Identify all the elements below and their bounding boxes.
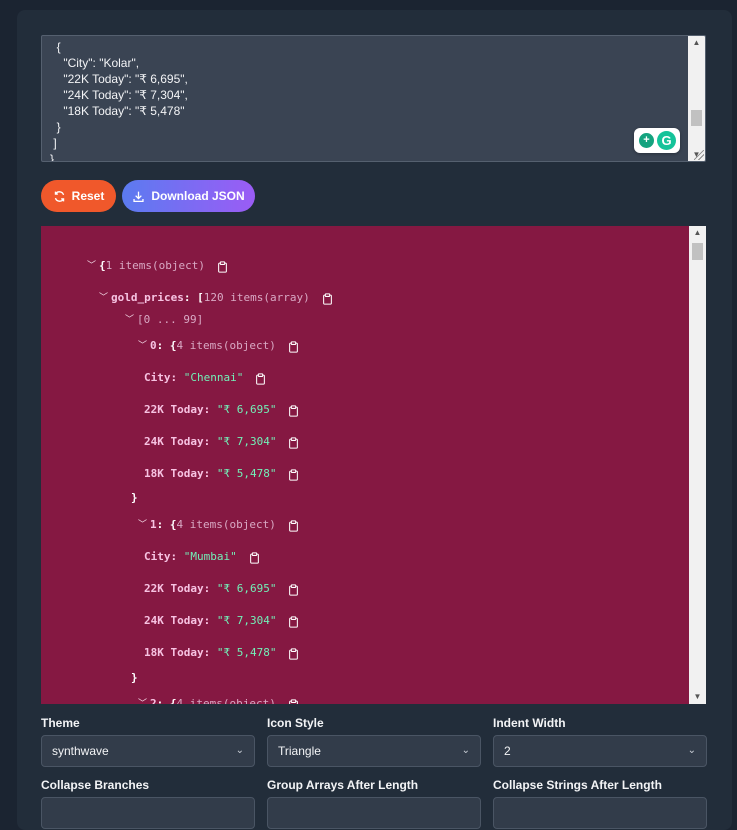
json-input-text: { "City": "Kolar", "22K Today": "₹ 6,695…: [50, 40, 188, 162]
clipboard-icon[interactable]: [322, 292, 332, 305]
chevron-down-icon[interactable]: ﹀: [125, 312, 137, 328]
indent-width-value: 2: [504, 744, 511, 758]
refresh-icon: [54, 190, 64, 202]
chevron-down-icon: ⌄: [687, 745, 696, 756]
group-arrays-label: Group Arrays After Length: [267, 778, 419, 792]
tree-leaf-22k: 22K Today: "₹ 6,695": [144, 581, 299, 597]
theme-select[interactable]: synthwave ⌄: [41, 735, 255, 767]
clipboard-icon[interactable]: [249, 551, 259, 564]
tree-leaf-city: City: "Mumbai": [144, 549, 259, 565]
tree-item-1[interactable]: ﹀ 1: {4 items(object): [138, 517, 298, 533]
tree-leaf-22k: 22K Today: "₹ 6,695": [144, 402, 299, 418]
json-input-textarea[interactable]: { "City": "Kolar", "22K Today": "₹ 6,695…: [41, 35, 706, 162]
clipboard-icon[interactable]: [288, 698, 298, 704]
chevron-down-icon[interactable]: ﹀: [138, 338, 150, 354]
grammarly-widget[interactable]: + G: [634, 128, 680, 153]
theme-label: Theme: [41, 716, 80, 730]
editor-scrollbar[interactable]: ▲ ▼: [688, 36, 705, 161]
scroll-up-arrow-icon[interactable]: ▲: [688, 36, 705, 50]
clipboard-icon[interactable]: [288, 583, 299, 596]
grammarly-logo-icon[interactable]: G: [657, 131, 676, 150]
chevron-down-icon[interactable]: ﹀: [138, 696, 150, 704]
icon-style-label: Icon Style: [267, 716, 324, 730]
tree-item-0[interactable]: ﹀ 0: {4 items(object): [138, 338, 298, 354]
chevron-down-icon[interactable]: ﹀: [87, 258, 99, 274]
tree-range-group[interactable]: ﹀ [0 ... 99]: [125, 312, 203, 328]
clipboard-icon[interactable]: [288, 615, 299, 628]
chevron-down-icon[interactable]: ﹀: [99, 290, 111, 306]
theme-value: synthwave: [52, 744, 109, 758]
clipboard-icon[interactable]: [288, 436, 299, 449]
closing-brace: }: [131, 491, 138, 504]
chevron-down-icon: ⌄: [235, 745, 244, 756]
resize-handle-icon[interactable]: [694, 150, 704, 160]
tree-leaf-18k: 18K Today: "₹ 5,478": [144, 645, 299, 661]
scroll-up-arrow-icon[interactable]: ▲: [689, 226, 706, 240]
icon-style-select[interactable]: Triangle ⌄: [267, 735, 481, 767]
indent-width-label: Indent Width: [493, 716, 566, 730]
tree-leaf-24k: 24K Today: "₹ 7,304": [144, 434, 299, 450]
clipboard-icon[interactable]: [255, 372, 266, 385]
closing-brace: }: [131, 671, 138, 684]
reset-label: Reset: [71, 189, 105, 203]
tree-leaf-18k: 18K Today: "₹ 5,478": [144, 466, 299, 482]
indent-width-select[interactable]: 2 ⌄: [493, 735, 707, 767]
icon-style-value: Triangle: [278, 744, 321, 758]
group-arrays-input[interactable]: [267, 797, 481, 829]
scroll-thumb[interactable]: [692, 243, 703, 260]
clipboard-icon[interactable]: [288, 519, 298, 532]
chevron-down-icon: ⌄: [461, 745, 470, 756]
tree-root[interactable]: ﹀{1 items(object): [87, 258, 227, 274]
lightbulb-icon[interactable]: +: [639, 133, 654, 148]
download-json-button[interactable]: Download JSON: [122, 180, 255, 212]
collapse-branches-label: Collapse Branches: [41, 778, 150, 792]
download-label: Download JSON: [151, 189, 245, 203]
viewer-scrollbar[interactable]: ▲ ▼: [689, 226, 706, 704]
scroll-down-arrow-icon[interactable]: ▼: [689, 690, 706, 704]
tree-leaf-24k: 24K Today: "₹ 7,304": [144, 613, 299, 629]
clipboard-icon[interactable]: [288, 647, 299, 660]
clipboard-icon[interactable]: [288, 468, 299, 481]
json-viewer: ﹀{1 items(object) ﹀ gold_prices: [120 ite…: [41, 226, 706, 704]
tree-leaf-city: City: "Chennai": [144, 370, 266, 386]
tree-node-gold-prices[interactable]: ﹀ gold_prices: [120 items(array): [99, 290, 332, 306]
clipboard-icon[interactable]: [288, 404, 299, 417]
download-icon: [133, 191, 144, 202]
tree-item-2[interactable]: ﹀ 2: {4 items(object): [138, 696, 298, 704]
reset-button[interactable]: Reset: [41, 180, 116, 212]
clipboard-icon[interactable]: [288, 340, 298, 353]
collapse-strings-label: Collapse Strings After Length: [493, 778, 662, 792]
scroll-thumb[interactable]: [691, 110, 702, 126]
collapse-branches-select[interactable]: [41, 797, 255, 829]
chevron-down-icon[interactable]: ﹀: [138, 517, 150, 533]
clipboard-icon[interactable]: [217, 260, 227, 273]
collapse-strings-input[interactable]: [493, 797, 707, 829]
